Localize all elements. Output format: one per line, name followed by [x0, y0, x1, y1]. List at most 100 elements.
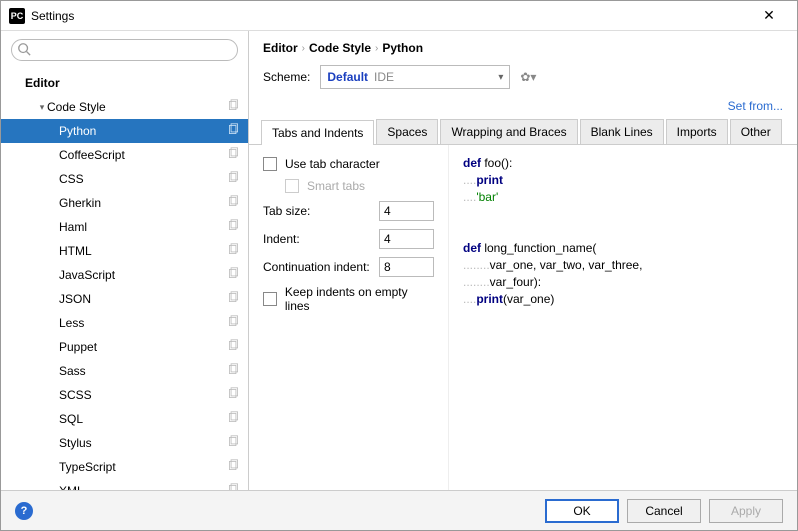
tree-label: CoffeeScript [59, 148, 227, 162]
main-panel: Editor › Code Style › Python Scheme: Def… [249, 31, 797, 490]
tree-item-xml[interactable]: XML [1, 479, 248, 490]
chevron-right-icon: › [371, 43, 382, 54]
tree-item-less[interactable]: Less [1, 311, 248, 335]
crumb-codestyle: Code Style [309, 41, 371, 55]
ok-button[interactable]: OK [545, 499, 619, 523]
code-text: foo(): [481, 156, 512, 170]
tab-label: Spaces [387, 125, 427, 139]
copy-icon [227, 171, 240, 187]
code-text: .... [463, 292, 476, 306]
copy-icon [227, 435, 240, 451]
code-text: print [476, 292, 503, 306]
code-text: (var_one) [503, 292, 554, 306]
continuation-indent-label: Continuation indent: [263, 260, 379, 274]
tab-imports[interactable]: Imports [666, 119, 728, 144]
tree-item-sass[interactable]: Sass [1, 359, 248, 383]
checkbox-icon [285, 179, 299, 193]
tab-size-input[interactable] [379, 201, 434, 221]
tab-wrapping[interactable]: Wrapping and Braces [440, 119, 577, 144]
copy-icon [227, 219, 240, 235]
tab-label: Imports [677, 125, 717, 139]
copy-icon [227, 99, 240, 115]
copy-icon [227, 339, 240, 355]
tree-item-scss[interactable]: SCSS [1, 383, 248, 407]
copy-icon [227, 387, 240, 403]
scheme-dropdown[interactable]: Default IDE ▾ [320, 65, 510, 89]
settings-window: PC Settings ✕ Editor ▾ Code Style [0, 0, 798, 531]
copy-icon [227, 123, 240, 139]
copy-icon [227, 291, 240, 307]
keep-indents-checkbox[interactable]: Keep indents on empty lines [263, 285, 434, 313]
tree-item-javascript[interactable]: JavaScript [1, 263, 248, 287]
copy-icon [227, 459, 240, 475]
copy-icon [227, 267, 240, 283]
indent-input[interactable] [379, 229, 434, 249]
tab-size-label: Tab size: [263, 204, 379, 218]
code-text: 'bar' [476, 190, 498, 204]
tree-item-stylus[interactable]: Stylus [1, 431, 248, 455]
tree-item-puppet[interactable]: Puppet [1, 335, 248, 359]
tree-item-sql[interactable]: SQL [1, 407, 248, 431]
help-icon[interactable]: ? [15, 502, 33, 520]
code-text: ........ [463, 258, 490, 272]
tree-item-json[interactable]: JSON [1, 287, 248, 311]
titlebar: PC Settings ✕ [1, 1, 797, 31]
use-tab-checkbox[interactable]: Use tab character [263, 157, 434, 171]
tree-item-gherkin[interactable]: Gherkin [1, 191, 248, 215]
chevron-down-icon: ▾ [498, 72, 503, 83]
close-icon[interactable]: ✕ [749, 7, 789, 24]
tree-label: Stylus [59, 436, 227, 450]
tree-label: SCSS [59, 388, 227, 402]
checkbox-label: Keep indents on empty lines [285, 285, 434, 313]
code-preview: def foo(): ....print ....'bar' def long_… [449, 145, 797, 490]
scheme-tag: IDE [374, 70, 394, 84]
cancel-button[interactable]: Cancel [627, 499, 701, 523]
copy-icon [227, 195, 240, 211]
continuation-indent-input[interactable] [379, 257, 434, 277]
body: Editor ▾ Code Style Python CoffeeScript … [1, 31, 797, 490]
tree-label: JSON [59, 292, 227, 306]
copy-icon [227, 363, 240, 379]
gear-icon[interactable]: ✿▾ [520, 70, 536, 84]
sidebar: Editor ▾ Code Style Python CoffeeScript … [1, 31, 249, 490]
code-text: .... [463, 190, 476, 204]
set-from-link[interactable]: Set from... [728, 99, 783, 113]
chevron-down-icon: ▾ [37, 102, 47, 113]
checkbox-icon [263, 157, 277, 171]
tree-item-code-style[interactable]: ▾ Code Style [1, 95, 248, 119]
crumb-python: Python [382, 41, 423, 55]
checkbox-icon [263, 292, 277, 306]
breadcrumb: Editor › Code Style › Python [249, 31, 797, 61]
code-text: print [476, 173, 503, 187]
tree-item-editor[interactable]: Editor [1, 71, 248, 95]
tree-item-html[interactable]: HTML [1, 239, 248, 263]
checkbox-label: Use tab character [285, 157, 380, 171]
indent-label: Indent: [263, 232, 379, 246]
tree-label: Python [59, 124, 227, 138]
tab-blank-lines[interactable]: Blank Lines [580, 119, 664, 144]
tree-item-haml[interactable]: Haml [1, 215, 248, 239]
code-text: def [463, 156, 481, 170]
code-text: ........ [463, 275, 490, 289]
copy-icon [227, 315, 240, 331]
indent-form: Use tab character Smart tabs Tab size: I… [249, 145, 449, 490]
tab-other[interactable]: Other [730, 119, 782, 144]
tree-label: SQL [59, 412, 227, 426]
crumb-editor: Editor [263, 41, 298, 55]
copy-icon [227, 243, 240, 259]
tab-spaces[interactable]: Spaces [376, 119, 438, 144]
footer: ? OK Cancel Apply [1, 490, 797, 530]
settings-tree: Editor ▾ Code Style Python CoffeeScript … [1, 67, 248, 490]
code-text: def [463, 241, 481, 255]
tree-item-typescript[interactable]: TypeScript [1, 455, 248, 479]
copy-icon [227, 411, 240, 427]
tab-label: Blank Lines [591, 125, 653, 139]
tab-label: Wrapping and Braces [451, 125, 566, 139]
search-input[interactable] [11, 39, 238, 61]
tab-tabs-indents[interactable]: Tabs and Indents [261, 120, 374, 145]
tree-label: Sass [59, 364, 227, 378]
tree-label: Gherkin [59, 196, 227, 210]
tree-item-coffeescript[interactable]: CoffeeScript [1, 143, 248, 167]
tree-item-css[interactable]: CSS [1, 167, 248, 191]
tree-item-python[interactable]: Python [1, 119, 248, 143]
